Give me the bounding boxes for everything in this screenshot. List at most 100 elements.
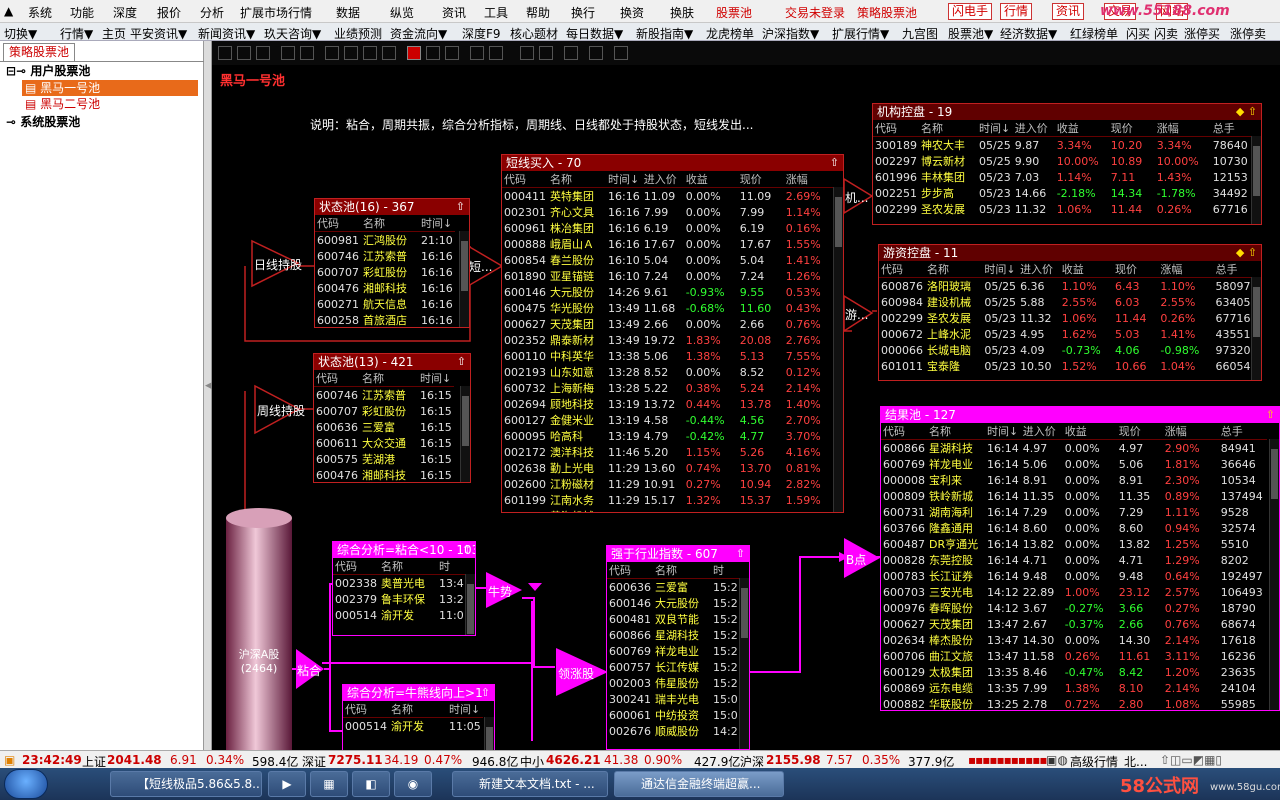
column-header[interactable]: 涨幅 (1158, 261, 1214, 278)
table-row[interactable]: 002251 步步高 05/23 14.66 -2.18% 14.34 -1.78% 3449… (873, 185, 1259, 201)
expand-icon[interactable]: ⇧ (830, 155, 839, 171)
table-row[interactable]: 002003 伟星股份 15:2 (607, 675, 740, 691)
panel-stronger-than-industry[interactable]: 强于行业指数 - 607 ⇧ 代码 名称时 600636 三爱富 15:2 600146 大元股… (606, 545, 750, 750)
toolbar-item-20[interactable]: 闪卖 (1154, 25, 1178, 42)
table-row[interactable]: 600636 三爱富 15:2 (607, 579, 740, 596)
table-row[interactable]: 600146 大元股份 14:26 9.61 -0.93% 9.55 0.53% (502, 284, 840, 300)
toolbar-item-0[interactable]: 切换▼ (4, 25, 37, 42)
scrollbar-thumb[interactable] (461, 241, 468, 291)
table-row[interactable]: 000783 长江证券 16:14 9.48 0.00% 9.48 0.64% 192497 (881, 568, 1267, 584)
collapse-arrow-icon[interactable]: ◀ (205, 381, 212, 391)
column-header[interactable]: 现价 (1108, 120, 1155, 137)
tree-collapse-icon[interactable]: ⊸ (6, 115, 16, 129)
table-row[interactable]: 600146 大元股份 15:2 (607, 595, 740, 611)
menu-overview[interactable]: 纵览 (390, 4, 414, 21)
panel-header[interactable]: 强于行业指数 - 607 ⇧ (607, 546, 749, 562)
taskbar-tdx-terminal[interactable]: 通达信金融终端超赢... (614, 771, 784, 797)
table-row[interactable]: 000627 天茂集团 13:49 2.66 0.00% 2.66 0.76% (502, 316, 840, 332)
taskbar-app-icon[interactable]: ◧ (352, 771, 390, 797)
table-row[interactable]: 600476 湘邮科技 16:15 (314, 467, 454, 483)
table-row[interactable]: 600769 祥龙电业 15:2 (607, 643, 740, 659)
table-row[interactable]: 601011 宝泰隆 05/23 10.50 1.52% 10.66 1.04% 66054 (879, 358, 1261, 374)
table-row[interactable]: 002301 齐心文具 16:16 7.99 0.00% 7.99 1.14% (502, 204, 840, 220)
app-icon[interactable]: ▲ (4, 4, 13, 18)
column-header[interactable]: 代码 (879, 261, 925, 278)
menu-depth[interactable]: 深度 (113, 4, 137, 21)
panel-scrollbar[interactable] (484, 717, 494, 750)
table-row[interactable]: 000411 英特集团 16:16 11.09 0.00% 11.09 2.69% (502, 188, 840, 205)
label-daily-hold[interactable]: 日线持股 (254, 256, 302, 273)
label-inst[interactable]: 机... (845, 189, 868, 206)
panel-result-pool[interactable]: 结果池 - 127 ⇧ 代码 名称 时间↓ 进入价 收益 现价 涨幅 总手 600866 星湖科技 16… (880, 406, 1280, 711)
table-row[interactable]: 600575 芜湖港 16:15 (314, 451, 454, 467)
column-header[interactable]: 时间↓ (418, 370, 454, 387)
column-header[interactable]: 时间↓ (985, 423, 1021, 440)
scrollbar-thumb[interactable] (1253, 146, 1260, 196)
label-lead[interactable]: 领涨股 (558, 665, 594, 682)
column-header[interactable]: 名称 (379, 558, 437, 575)
panel-header[interactable]: 短线买入 - 70 ⇧ (502, 155, 843, 171)
toolbar-item-16[interactable]: 股票池▼ (948, 25, 993, 42)
table-row[interactable]: 002172 澳洋科技 11:46 5.20 1.15% 5.26 4.16% (502, 444, 840, 460)
table-row[interactable]: 600129 太极集团 13:35 8.46 -0.47% 8.42 1.20% 23635 (881, 664, 1267, 680)
column-header[interactable]: 名称 (919, 120, 977, 137)
table-row[interactable]: 002299 圣农发展 05/23 11.32 1.06% 11.44 0.26% 67716 (879, 310, 1261, 326)
column-header[interactable]: 时间↓ (982, 261, 1019, 278)
table-row[interactable]: 601890 亚星锚链 16:10 7.24 0.00% 7.24 1.26% (502, 268, 840, 284)
column-header[interactable]: 进入价 (1012, 120, 1055, 137)
table-row[interactable]: 600746 江苏索普 16:15 (314, 387, 454, 404)
panel-short-buy[interactable]: 短线买入 - 70 ⇧ 代码 名称 时间↓ 进入价 收益 现价 涨幅 000411 英特集团 16:1… (501, 154, 844, 513)
table-row[interactable]: 300189 神农大丰 05/25 9.87 3.34% 10.20 3.34% 78640 (873, 137, 1259, 154)
table-row[interactable]: 600476 湘邮科技 16:16 (315, 280, 455, 296)
toolbar-item-21[interactable]: 涨停买 (1184, 25, 1220, 42)
panel-header[interactable]: 状态池(16) - 367 ⇧ (315, 199, 469, 215)
tree-expand-icon[interactable]: ⊟ (6, 64, 16, 78)
table-row[interactable]: 600984 建设机械 05/25 5.88 2.55% 6.03 2.55% 63405 (879, 294, 1261, 310)
menu-help[interactable]: 帮助 (526, 4, 550, 21)
taskbar-notepad[interactable]: 新建文本文档.txt - ... (452, 771, 608, 797)
column-header[interactable]: 现价 (1116, 423, 1163, 440)
panel-header[interactable]: 结果池 - 127 ⇧ (881, 407, 1279, 423)
column-header[interactable]: 代码 (607, 562, 653, 579)
column-header[interactable]: 名称 (361, 215, 419, 232)
panel-header[interactable]: 综合分析=粘合<10 - 103 ⇧ (333, 542, 475, 558)
table-row[interactable]: 002297 博云新材 05/25 9.90 10.00% 10.89 10.00% 1073… (873, 153, 1259, 169)
label-glue[interactable]: 粘合 (297, 662, 321, 679)
table-row[interactable]: 000672 上峰水泥 05/23 4.95 1.62% 5.03 1.41% 43551 (879, 326, 1261, 342)
tree-user-pool[interactable]: ⊟⊸ 用户股票池 (6, 63, 90, 79)
label-short[interactable]: 短... (469, 258, 492, 275)
panel-institution-control[interactable]: 机构控盘 - 19 ◆ ⇧ 代码 名称 时间↓ 进入价 收益 现价 涨幅 总手 300189 神农大丰… (872, 103, 1262, 225)
column-header[interactable]: 现价 (1113, 261, 1159, 278)
toolbar-item-1[interactable]: 行情▼ (60, 25, 93, 42)
table-row[interactable]: 600611 大众交通 16:15 (314, 435, 454, 451)
column-header[interactable]: 现价 (737, 171, 784, 188)
panel-header[interactable]: 机构控盘 - 19 ◆ ⇧ (873, 104, 1261, 120)
table-row[interactable]: 000828 东莞控股 16:14 4.71 0.00% 4.71 1.29% 8202 (881, 552, 1267, 568)
menu-ext-market[interactable]: 扩展市场行情 (240, 4, 312, 21)
table-row[interactable]: 000888 峨眉山Ａ 16:16 17.67 0.00% 17.67 1.55% (502, 236, 840, 252)
table-row[interactable]: 002638 勤上光电 11:29 13.60 0.74% 13.70 0.81% (502, 460, 840, 476)
column-header[interactable]: 时 (437, 558, 466, 575)
table-row[interactable]: 600127 金健米业 13:19 4.58 -0.44% 4.56 2.70% (502, 412, 840, 428)
column-header[interactable]: 进入价 (641, 171, 684, 188)
label-bpoint[interactable]: B点 (846, 551, 866, 568)
panel-hot-money-control[interactable]: 游资控盘 - 11 ◆ ⇧ 代码 名称 时间↓ 进入价 收益 现价 涨幅 总手 600876 洛阳玻璃… (878, 244, 1262, 381)
scrollbar-thumb[interactable] (1253, 287, 1260, 337)
table-row[interactable]: 002680黄海机械11:2923.401.92%23.852.01% (502, 508, 840, 513)
table-row[interactable]: 600707 彩虹股份 16:16 (315, 264, 455, 280)
tree-pool-2[interactable]: ▤ 黑马二号池 (25, 96, 100, 112)
label-hot[interactable]: 游... (845, 306, 868, 323)
expand-icon[interactable]: ⇧ (457, 354, 466, 370)
column-header[interactable]: 时间↓ (419, 215, 455, 232)
panel-scrollbar[interactable] (833, 187, 843, 512)
toolbar-item-12[interactable]: 龙虎榜单 (706, 25, 754, 42)
column-header[interactable]: 时间↓ (977, 120, 1013, 137)
table-row[interactable]: 600854 春兰股份 16:10 5.04 0.00% 5.04 1.41% (502, 252, 840, 268)
start-button[interactable] (4, 769, 48, 799)
table-row[interactable]: 600707 彩虹股份 16:15 (314, 403, 454, 419)
table-row[interactable]: 601199 江南水务 11:29 15.17 1.32% 15.37 1.59% (502, 492, 840, 508)
column-header[interactable]: 名称 (548, 171, 606, 188)
column-header[interactable]: 代码 (333, 558, 379, 575)
toolbar-item-22[interactable]: 涨停卖 (1230, 25, 1266, 42)
quote-button[interactable]: 行情 (1000, 3, 1033, 20)
